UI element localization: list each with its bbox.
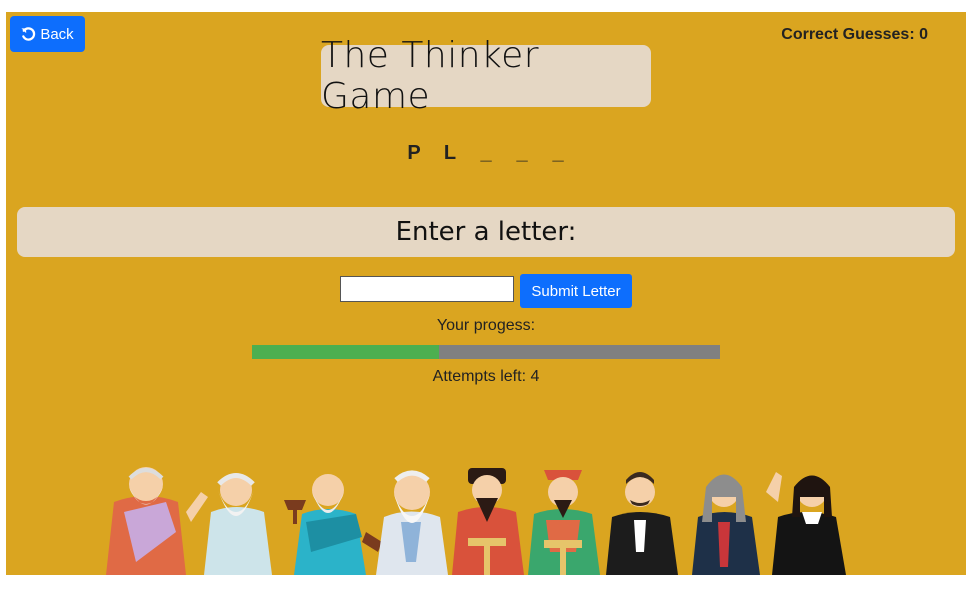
progress-bar: [252, 345, 720, 359]
letter-slot: L: [443, 142, 457, 164]
guess-form: Submit Letter: [6, 274, 966, 308]
philosopher-figure: [106, 467, 208, 575]
word-display: P L _ _ _: [6, 142, 966, 165]
philosopher-figure: [204, 473, 306, 575]
philosopher-figure: [692, 474, 760, 575]
correct-guesses-counter: Correct Guesses: 0: [781, 26, 928, 43]
game-title: The Thinker Game: [321, 35, 651, 117]
letter-slot: _: [480, 142, 492, 164]
back-button[interactable]: Back: [10, 16, 85, 52]
game-container: Back Correct Guesses: 0 The Thinker Game…: [6, 12, 966, 575]
letter-slot: _: [516, 142, 528, 164]
letter-input[interactable]: [340, 276, 515, 302]
progress-label: Your progess:: [436, 317, 536, 334]
letter-slot: P: [407, 142, 421, 164]
attempts-left: Attempts left: 4: [432, 368, 540, 385]
submit-letter-button[interactable]: Submit Letter: [520, 274, 632, 308]
philosopher-figure: [606, 472, 678, 575]
letter-prompt: Enter a letter:: [17, 207, 955, 257]
philosophers-group-illustration: [106, 467, 846, 575]
philosopher-figure: [376, 470, 448, 575]
philosopher-figure: [452, 468, 524, 575]
back-label: Back: [40, 25, 74, 43]
letter-slot: _: [552, 142, 564, 164]
philosopher-figure: [766, 472, 846, 575]
progress-bar-fill: [252, 345, 440, 359]
philosopher-figure: [294, 474, 382, 575]
undo-arrow-icon: [21, 26, 36, 42]
philosopher-figure: [528, 470, 600, 575]
